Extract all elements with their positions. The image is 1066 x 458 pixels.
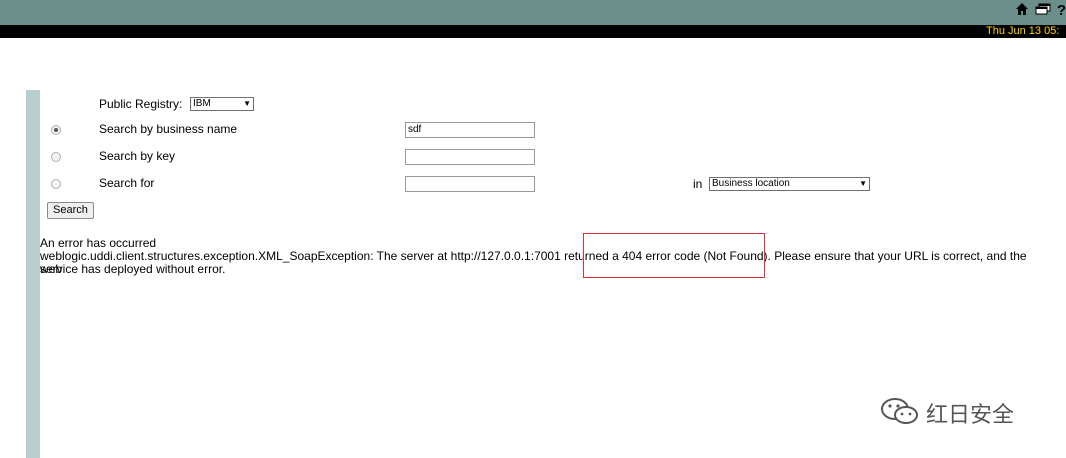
toolbar-icons: ?	[1015, 2, 1066, 19]
datetime-display: Thu Jun 13 05:	[986, 25, 1060, 37]
status-bar	[0, 25, 1066, 38]
search-for-label: Search for	[99, 176, 155, 190]
in-label: in	[693, 177, 703, 191]
key-input[interactable]	[405, 149, 535, 165]
location-select[interactable]: Business location ▼	[709, 177, 870, 191]
left-sidebar-strip	[26, 90, 40, 458]
watermark-text: 红日安全	[926, 402, 1015, 428]
chevron-down-icon: ▼	[859, 179, 867, 188]
help-icon[interactable]: ?	[1057, 3, 1066, 18]
home-icon[interactable]	[1015, 2, 1029, 19]
registry-select-value: IBM	[193, 98, 211, 109]
key-label: Search by key	[99, 149, 176, 163]
search-button[interactable]: Search	[47, 202, 94, 219]
top-toolbar: ?	[0, 0, 1066, 25]
registry-select[interactable]: IBM ▼	[190, 97, 254, 111]
chevron-down-icon: ▼	[243, 99, 251, 108]
radio-search-for[interactable]	[51, 179, 61, 189]
window-icon[interactable]	[1035, 3, 1051, 18]
highlight-box	[583, 233, 765, 278]
business-name-label: Search by business name	[99, 122, 238, 136]
watermark: 红日安全	[880, 396, 1014, 429]
radio-key[interactable]	[51, 152, 61, 162]
error-message-line2: service has deployed without error.	[40, 262, 226, 276]
location-select-value: Business location	[712, 178, 790, 189]
wechat-icon	[880, 396, 920, 429]
registry-label: Public Registry:	[99, 97, 183, 111]
radio-business-name[interactable]	[51, 125, 61, 135]
search-for-input[interactable]	[405, 176, 535, 192]
business-name-input[interactable]: sdf	[405, 122, 535, 138]
